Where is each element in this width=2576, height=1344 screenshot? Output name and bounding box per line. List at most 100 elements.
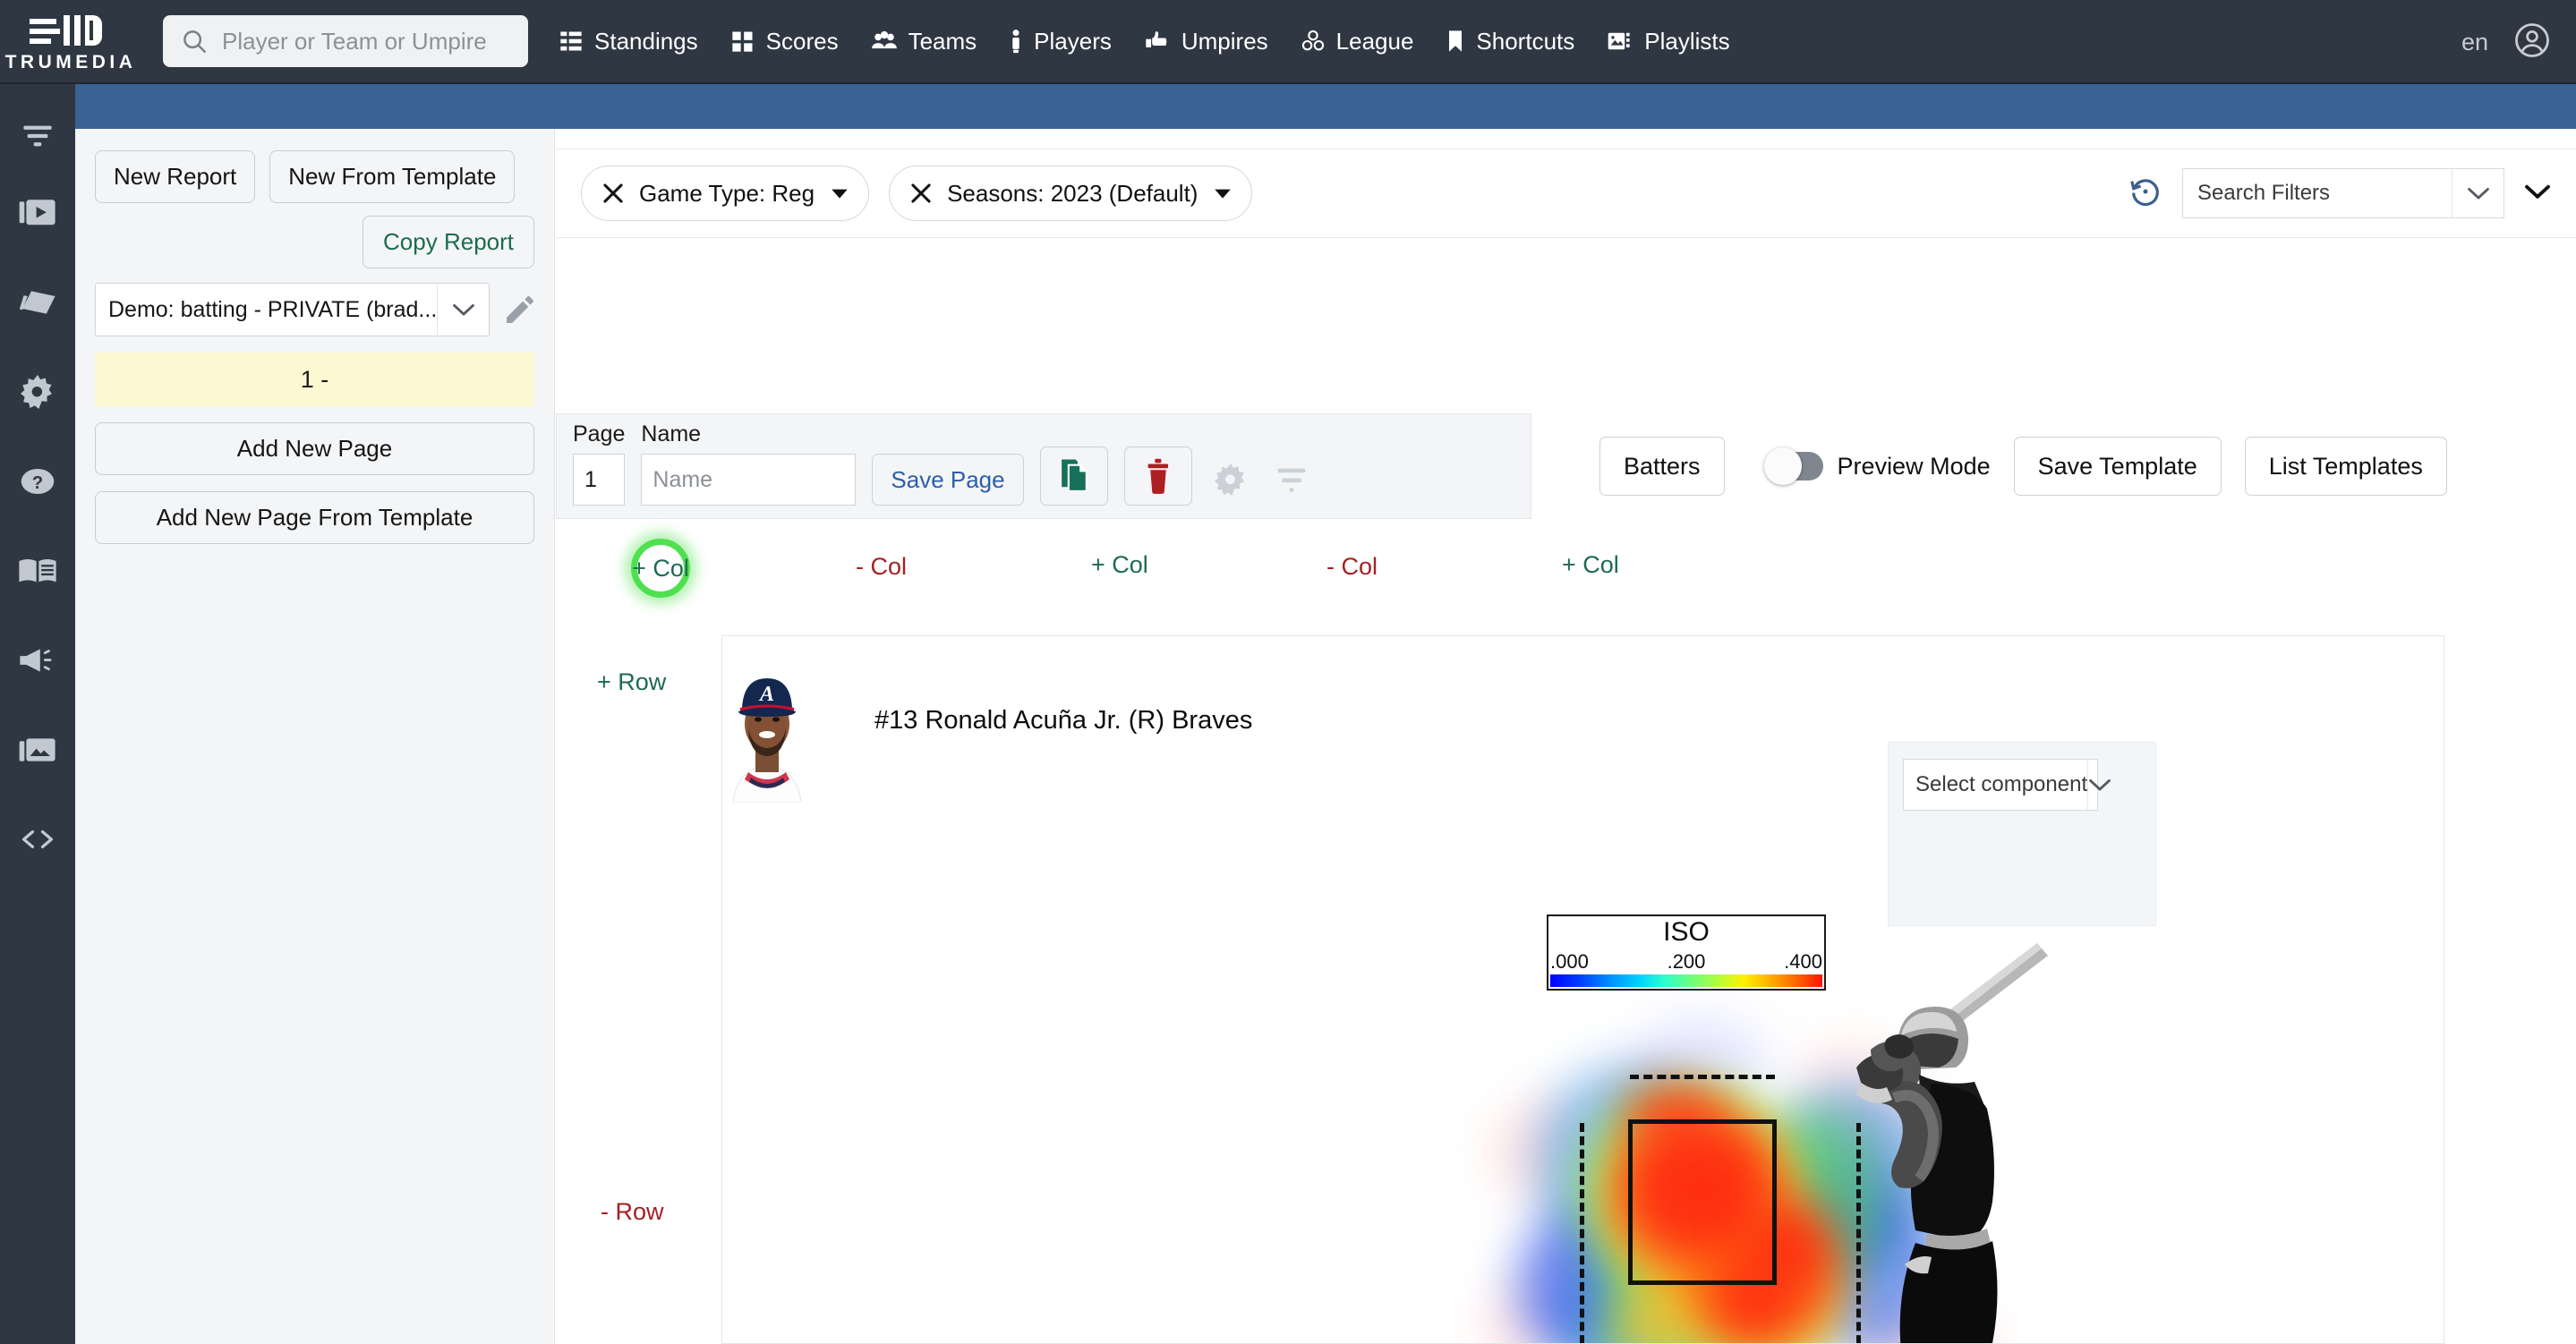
filter-chip-seasons[interactable]: Seasons: 2023 (Default) <box>889 166 1253 221</box>
top-header: TRUMEDIA Standings <box>0 0 2576 84</box>
header-right-actions: en <box>2461 0 2551 84</box>
add-col-button-2[interactable]: + Col <box>1091 551 1148 579</box>
image-icon[interactable] <box>0 705 75 795</box>
add-col-button-1[interactable]: + Col <box>632 555 689 583</box>
standings-icon <box>559 29 584 54</box>
save-page-button[interactable]: Save Page <box>872 454 1024 506</box>
search-input[interactable] <box>220 26 516 56</box>
nav-players-label: Players <box>1034 27 1112 55</box>
page-toolbar-right: Batters Preview Mode Save Template List … <box>1558 413 2576 519</box>
nav-league-label: League <box>1335 27 1414 55</box>
brand-logo[interactable]: TRUMEDIA <box>0 0 141 83</box>
shortcuts-icon <box>1446 29 1465 54</box>
nav-standings[interactable]: Standings <box>559 28 698 55</box>
main-content: Game Type: Reg Seasons: 2023 (Default) S… <box>556 129 2576 1344</box>
page-name-input[interactable] <box>641 454 857 506</box>
batters-button[interactable]: Batters <box>1599 437 1725 496</box>
book-icon[interactable] <box>0 526 75 616</box>
playlists-icon <box>1607 29 1633 54</box>
nav-league[interactable]: League <box>1301 27 1414 55</box>
preview-mode-toggle[interactable] <box>1763 447 1823 485</box>
main-nav: Standings Scores Teams Players Umpires L… <box>559 28 1762 55</box>
trumedia-logo-icon <box>30 14 102 46</box>
select-component-value: Select component <box>1915 772 2088 796</box>
zone-left-dashed-line <box>1580 1123 1584 1343</box>
copy-report-button[interactable]: Copy Report <box>363 216 534 268</box>
code-icon[interactable] <box>0 795 75 884</box>
nav-players[interactable]: Players <box>1009 28 1112 55</box>
filter-bar-right: Search Filters <box>2128 168 2551 218</box>
nav-teams[interactable]: Teams <box>871 28 977 55</box>
nav-shortcuts-label: Shortcuts <box>1476 27 1575 55</box>
reset-history-icon[interactable] <box>2128 174 2162 213</box>
remove-row-button[interactable]: - Row <box>601 1198 664 1226</box>
new-report-button[interactable]: New Report <box>95 150 256 203</box>
select-component-dropdown[interactable]: Select component <box>1903 759 2111 811</box>
new-from-template-button[interactable]: New From Template <box>269 150 516 203</box>
remove-col-button-2[interactable]: - Col <box>1326 553 1378 581</box>
language-selector[interactable]: en <box>2461 29 2488 56</box>
page-number-input[interactable] <box>573 454 625 506</box>
search-icon <box>183 30 207 54</box>
report-canvas: A #13 Ronald Acuña Jr. (R) Braves ISO .0… <box>721 635 2444 1344</box>
filter-lines-icon[interactable] <box>1269 454 1314 506</box>
search-filters-select[interactable]: Search Filters <box>2182 168 2504 218</box>
account-avatar-icon[interactable] <box>2513 21 2551 64</box>
nav-shortcuts[interactable]: Shortcuts <box>1446 28 1574 55</box>
global-search[interactable] <box>163 15 528 67</box>
nav-scores[interactable]: Scores <box>730 28 839 55</box>
megaphone-icon[interactable] <box>0 616 75 705</box>
expand-filters-chevron-icon[interactable] <box>2524 183 2551 205</box>
close-icon[interactable] <box>601 182 625 205</box>
page-list-item-1[interactable]: 1 - <box>95 353 534 406</box>
nav-umpires-label: Umpires <box>1181 27 1268 55</box>
report-select[interactable]: Demo: batting - PRIVATE (brad... <box>95 283 490 336</box>
report-actions: New Report New From Template <box>95 150 534 203</box>
nav-playlists[interactable]: Playlists <box>1607 28 1730 55</box>
preview-mode-label: Preview Mode <box>1837 452 1991 480</box>
gear-icon[interactable] <box>0 347 75 437</box>
filter-chip-game-type[interactable]: Game Type: Reg <box>581 166 870 221</box>
video-icon[interactable] <box>0 168 75 258</box>
add-row-button[interactable]: + Row <box>597 668 666 696</box>
page-name-field: Name <box>641 421 857 506</box>
column-controls: + Col - Col + Col - Col + Col <box>556 537 2576 608</box>
close-icon[interactable] <box>909 182 933 205</box>
umpires-icon <box>1144 29 1171 54</box>
app-root: TRUMEDIA Standings <box>0 0 2576 1344</box>
gear-icon[interactable] <box>1208 454 1253 506</box>
edit-pencil-icon[interactable] <box>502 292 538 327</box>
iso-tick-min: .000 <box>1550 949 1589 973</box>
filter-chip-seasons-label: Seasons: 2023 (Default) <box>947 179 1198 207</box>
chevron-down-icon[interactable] <box>831 187 849 200</box>
svg-text:A: A <box>758 683 774 706</box>
add-col-button-3[interactable]: + Col <box>1562 551 1619 579</box>
copy-page-icon[interactable] <box>1039 447 1108 506</box>
filter-icon[interactable] <box>0 104 75 168</box>
remove-col-button-1[interactable]: - Col <box>856 553 907 581</box>
list-templates-button[interactable]: List Templates <box>2244 437 2447 496</box>
report-panel: New Report New From Template Copy Report… <box>75 129 555 1344</box>
nav-umpires[interactable]: Umpires <box>1144 28 1268 55</box>
component-slot-panel: Select component <box>1888 742 2156 926</box>
trash-icon[interactable] <box>1123 447 1192 506</box>
iso-colorbar-legend: ISO .000 .200 .400 <box>1547 914 1826 991</box>
add-new-page-from-template-button[interactable]: Add New Page From Template <box>95 491 534 544</box>
cursor-highlight-ring: + Col <box>631 539 690 598</box>
chevron-down-icon[interactable] <box>2452 169 2503 217</box>
page-number-field: Page <box>573 421 625 506</box>
chevron-down-icon[interactable] <box>437 284 489 336</box>
help-icon[interactable]: ? <box>0 437 75 526</box>
chevron-down-icon[interactable] <box>1214 187 1232 200</box>
chevron-down-icon[interactable] <box>2087 760 2111 810</box>
add-new-page-button[interactable]: Add New Page <box>95 422 534 475</box>
preview-mode-toggle-group: Preview Mode <box>1763 447 1991 485</box>
iso-legend-title: ISO <box>1663 917 1710 947</box>
iso-tick-mid: .200 <box>1667 949 1706 973</box>
cards-icon[interactable] <box>0 258 75 347</box>
copy-report-row: Copy Report <box>95 216 534 268</box>
iso-colorbar-gradient <box>1550 974 1822 987</box>
filter-bar: Game Type: Reg Seasons: 2023 (Default) S… <box>556 149 2576 238</box>
report-select-value: Demo: batting - PRIVATE (brad... <box>108 296 438 322</box>
save-template-button[interactable]: Save Template <box>2013 437 2222 496</box>
